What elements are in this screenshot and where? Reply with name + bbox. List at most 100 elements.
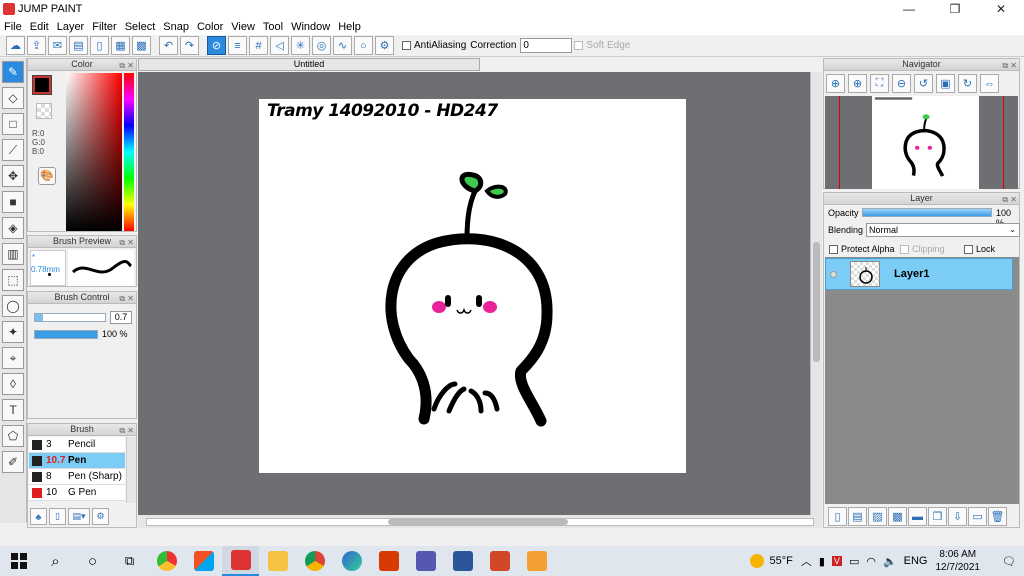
rotate-right-icon[interactable]: ↻ xyxy=(958,74,977,93)
pages-icon[interactable]: ▦ xyxy=(111,36,130,55)
weather-temp[interactable]: 55°F xyxy=(770,555,793,567)
select-rect-tool-icon[interactable]: ⬚ xyxy=(2,269,24,291)
layer-visibility-icon[interactable] xyxy=(830,271,837,278)
clock[interactable]: 8:06 AM 12/7/2021 xyxy=(936,548,981,574)
shape-tool-icon[interactable]: □ xyxy=(2,113,24,135)
brush-copy-icon[interactable]: ▤▾ xyxy=(68,508,90,525)
menu-color[interactable]: Color xyxy=(193,21,227,33)
new-image-layer-icon[interactable]: ▨ xyxy=(868,507,887,526)
comment-icon[interactable]: ✉ xyxy=(48,36,67,55)
new-halftone-layer-icon[interactable]: ▩ xyxy=(888,507,907,526)
fill-rect-tool-icon[interactable]: ■ xyxy=(2,191,24,213)
delete-layer-icon[interactable]: 🗑 xyxy=(988,507,1007,526)
eraser-tool-icon[interactable]: ◇ xyxy=(2,87,24,109)
usb-icon[interactable]: ▮ xyxy=(819,555,825,568)
volume-icon[interactable]: 🔈 xyxy=(883,555,897,568)
brush-new-icon[interactable]: ▯ xyxy=(49,508,66,525)
gradient-tool-icon[interactable]: ▥ xyxy=(2,243,24,265)
brush-size-slider[interactable] xyxy=(34,313,106,322)
snap-circle-icon[interactable]: ◎ xyxy=(312,36,331,55)
zoom-in-alt-icon[interactable]: ⊕ xyxy=(848,74,867,93)
brush-settings-icon[interactable]: ⚙ xyxy=(92,508,109,525)
menu-layer[interactable]: Layer xyxy=(53,21,89,33)
edge-icon[interactable] xyxy=(333,546,370,576)
eyedropper-tool-icon[interactable]: ✐ xyxy=(2,451,24,473)
chevron-up-icon[interactable]: ︿ xyxy=(801,553,812,569)
menu-filter[interactable]: Filter xyxy=(88,21,120,33)
task-view-icon[interactable]: ⧉ xyxy=(111,546,148,576)
minimize-button[interactable]: — xyxy=(886,0,932,18)
language-indicator[interactable]: ENG xyxy=(904,555,928,567)
snap-vanish-icon[interactable]: ◁ xyxy=(270,36,289,55)
brush-tool-icon[interactable]: ✎ xyxy=(2,61,24,83)
menu-help[interactable]: Help xyxy=(334,21,365,33)
rotate-left-icon[interactable]: ↺ xyxy=(914,74,933,93)
new-text-layer-icon[interactable]: ▤ xyxy=(848,507,867,526)
battery-icon[interactable]: ▭ xyxy=(849,555,859,568)
line-tool-icon[interactable]: ⟋ xyxy=(2,139,24,161)
snap-grid-icon[interactable]: # xyxy=(249,36,268,55)
menu-file[interactable]: File xyxy=(0,21,26,33)
grid-icon[interactable]: ▩ xyxy=(132,36,151,55)
soft-edge-checkbox[interactable] xyxy=(574,41,584,50)
page-icon[interactable]: ▯ xyxy=(90,36,109,55)
snap-curve-icon[interactable]: ∿ xyxy=(333,36,352,55)
layer-opacity-slider[interactable] xyxy=(862,208,992,217)
store-icon[interactable] xyxy=(185,546,222,576)
palette-icon[interactable]: 🎨 xyxy=(38,167,56,185)
foreground-color-swatch[interactable] xyxy=(32,75,52,95)
menu-snap[interactable]: Snap xyxy=(159,21,193,33)
layer-settings-icon[interactable]: ▭ xyxy=(968,507,987,526)
brush-size-value[interactable]: 0.7 xyxy=(110,311,132,324)
powerpoint-icon[interactable] xyxy=(481,546,518,576)
menu-view[interactable]: View xyxy=(227,21,259,33)
brush-list-scrollbar[interactable] xyxy=(126,437,136,503)
office-icon[interactable] xyxy=(370,546,407,576)
notifications-icon[interactable]: 🗨 xyxy=(994,546,1024,576)
snap-ellipse-icon[interactable]: ○ xyxy=(354,36,373,55)
duplicate-layer-icon[interactable]: ❐ xyxy=(928,507,947,526)
undo-icon[interactable]: ↶ xyxy=(159,36,178,55)
chrome-profile-icon[interactable] xyxy=(148,546,185,576)
select-pen-tool-icon[interactable]: ⌖ xyxy=(2,347,24,369)
antialiasing-checkbox[interactable] xyxy=(402,41,411,50)
merge-layer-icon[interactable]: ⇩ xyxy=(948,507,967,526)
protect-alpha-checkbox[interactable] xyxy=(829,244,838,254)
move-tool-icon[interactable]: ✥ xyxy=(2,165,24,187)
search-icon[interactable]: ⌕ xyxy=(37,546,74,576)
correction-input[interactable]: 0 xyxy=(520,38,573,53)
menu-window[interactable]: Window xyxy=(287,21,334,33)
canvas-horizontal-scrollbar[interactable] xyxy=(138,515,822,528)
brush-add-icon[interactable]: ♣ xyxy=(30,508,47,525)
bucket-tool-icon[interactable]: ◈ xyxy=(2,217,24,239)
new-layer-icon[interactable]: ▯ xyxy=(828,507,847,526)
lock-checkbox[interactable] xyxy=(964,244,973,254)
redo-icon[interactable]: ↷ xyxy=(180,36,199,55)
color-sv-picker[interactable] xyxy=(66,73,122,231)
layer-row[interactable]: Layer1 xyxy=(825,258,1013,290)
magic-wand-tool-icon[interactable]: ✦ xyxy=(2,321,24,343)
zoom-out-icon[interactable]: ⊖ xyxy=(892,74,911,93)
lasso-tool-icon[interactable]: ◯ xyxy=(2,295,24,317)
snap-parallel-icon[interactable]: ≡ xyxy=(228,36,247,55)
brush-opacity-slider[interactable] xyxy=(34,330,98,339)
document-canvas[interactable]: Tramy 14092010 - HD247 xyxy=(259,99,686,473)
antivirus-icon[interactable]: V xyxy=(831,556,842,566)
close-button[interactable]: ✕ xyxy=(978,0,1024,18)
navigator-preview[interactable] xyxy=(825,96,1018,189)
chrome-icon[interactable] xyxy=(296,546,333,576)
teams-icon[interactable] xyxy=(407,546,444,576)
hue-slider[interactable] xyxy=(124,73,134,231)
brush-list-item[interactable]: 10.7 Pen xyxy=(29,453,125,469)
restore-button[interactable]: ❐ xyxy=(932,0,978,18)
select-eraser-tool-icon[interactable]: ◊ xyxy=(2,373,24,395)
brush-list-item[interactable]: 3 Pencil xyxy=(29,437,125,453)
menu-edit[interactable]: Edit xyxy=(26,21,53,33)
zoom-in-icon[interactable]: ⊕ xyxy=(826,74,845,93)
snap-settings-icon[interactable]: ⚙ xyxy=(375,36,394,55)
blending-select[interactable]: Normal ⌄ xyxy=(866,223,1020,237)
export-icon[interactable]: ⇪ xyxy=(27,36,46,55)
text-tool-icon[interactable]: T xyxy=(2,399,24,421)
cloud-icon[interactable]: ☁ xyxy=(6,36,25,55)
weather-icon[interactable] xyxy=(749,554,764,568)
